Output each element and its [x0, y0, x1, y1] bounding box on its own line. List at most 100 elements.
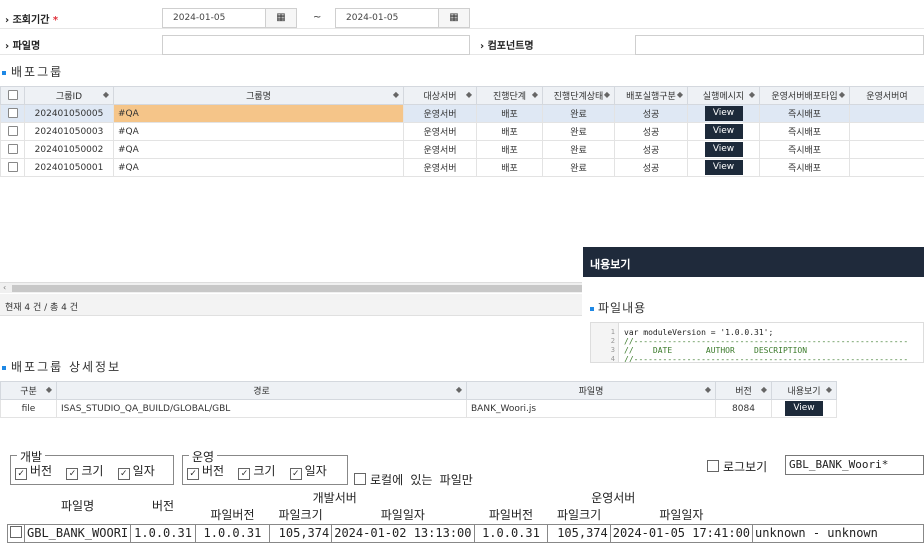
group-grid-status: 현재 4 건 / 총 4 건: [0, 294, 582, 316]
detail-grid: 구분 ◆ 경로 ◆ 파일명 ◆ 버전 ◆ 내용보기 ◆ file ISAS_STUDIO_…: [0, 381, 837, 418]
date-from-input[interactable]: 2024-01-05: [162, 8, 266, 28]
view-message-button[interactable]: View: [704, 124, 743, 139]
sort-icon[interactable]: ◆: [761, 385, 767, 394]
row-checkbox[interactable]: [7, 523, 25, 543]
col-exec-message[interactable]: 실행메시지 ◆: [687, 86, 760, 105]
col-view[interactable]: 내용보기 ◆: [771, 381, 837, 400]
table-row[interactable]: 202401050002 #QA 운영서버 배포 완료 성공 View 즉시배포: [0, 140, 924, 159]
col-group-name[interactable]: 그룹명 ◆: [113, 86, 404, 105]
cell-stage: 배포: [476, 140, 543, 159]
select-all-checkbox[interactable]: [0, 86, 25, 105]
group-section-title: 배포그룹: [2, 63, 63, 80]
cell-group-id: 202401050005: [24, 104, 114, 123]
sort-icon[interactable]: ◆: [826, 385, 832, 394]
cell-stage: 배포: [476, 122, 543, 141]
dev-options-group: 개발 ✓ 버전 ✓ 크기 ✓ 일자: [10, 448, 174, 485]
col-path[interactable]: 경로 ◆: [56, 381, 467, 400]
sort-icon[interactable]: ◆: [466, 90, 472, 99]
col-exec-type[interactable]: 배포실행구분 ◆: [614, 86, 688, 105]
sort-icon[interactable]: ◆: [839, 90, 845, 99]
log-filter-input[interactable]: GBL_BANK_Woori*: [785, 455, 924, 475]
cell-type: file: [0, 399, 57, 418]
cell-extra: [849, 104, 924, 123]
table-row[interactable]: file ISAS_STUDIO_QA_BUILD/GLOBAL/GBL BAN…: [0, 399, 837, 418]
cell-version: 1.0.0.31: [130, 523, 196, 543]
table-row[interactable]: GBL_BANK_WOORI 1.0.0.31 1.0.0.31 105,374…: [7, 523, 924, 543]
hdr-filename: 파일명: [61, 499, 95, 514]
col-stage-status[interactable]: 진행단계상태 ◆: [542, 86, 615, 105]
cell-message: View: [687, 158, 760, 177]
cell-deploy-type: 즉시배포: [759, 140, 850, 159]
row-checkbox[interactable]: [0, 140, 25, 159]
col-stage[interactable]: 진행단계 ◆: [476, 86, 543, 105]
cell-filename: BANK_Woori.js: [466, 399, 716, 418]
sort-icon[interactable]: ◆: [456, 385, 462, 394]
code-line: 4//-------------------------------------…: [610, 355, 909, 363]
sort-icon[interactable]: ◆: [46, 385, 52, 394]
sort-icon[interactable]: ◆: [604, 90, 610, 99]
component-input[interactable]: [635, 35, 924, 55]
file-content-title: 파일내용: [590, 299, 646, 316]
cell-group-name: #QA: [113, 140, 404, 159]
hdr-dev-file-date: 파일일자: [380, 508, 425, 523]
cell-user: unknown - unknown: [752, 523, 924, 543]
cell-server: 운영서버: [403, 158, 477, 177]
table-row[interactable]: 202401050001 #QA 운영서버 배포 완료 성공 View 즉시배포: [0, 158, 924, 177]
col-type[interactable]: 구분 ◆: [0, 381, 57, 400]
log-view-checkbox[interactable]: 로그보기: [707, 458, 767, 475]
cell-message: View: [687, 122, 760, 141]
col-version[interactable]: 버전 ◆: [715, 381, 772, 400]
view-message-button[interactable]: View: [704, 106, 743, 121]
cell-exec-type: 성공: [614, 158, 688, 177]
dev-date-checkbox[interactable]: ✓ 일자: [117, 464, 155, 480]
table-row[interactable]: 202401050005 #QA 운영서버 배포 완료 성공 View 즉시배포: [0, 104, 924, 123]
group-grid-h-scrollbar[interactable]: ‹: [0, 282, 582, 293]
ops-version-checkbox[interactable]: ✓ 버전: [187, 464, 224, 480]
hdr-ops-server: 운영서버: [591, 490, 636, 505]
sort-icon[interactable]: ◆: [103, 90, 109, 99]
row-checkbox[interactable]: [0, 158, 25, 177]
dev-version-checkbox[interactable]: ✓ 버전: [15, 464, 52, 480]
date-from-calendar-icon[interactable]: ▦: [265, 8, 297, 28]
col-group-id[interactable]: 그룹ID ◆: [24, 86, 114, 105]
cell-group-id: 202401050003: [24, 122, 114, 141]
scroll-left-icon[interactable]: ‹: [3, 283, 6, 292]
sort-icon[interactable]: ◆: [749, 90, 755, 99]
scroll-thumb[interactable]: [12, 285, 582, 292]
sort-icon[interactable]: ◆: [532, 90, 538, 99]
cell-stage-status: 완료: [542, 158, 615, 177]
filename-input[interactable]: [162, 35, 470, 55]
cell-exec-type: 성공: [614, 122, 688, 141]
view-message-button[interactable]: View: [704, 160, 743, 175]
cell-ops-date: 2024-01-05 17:41:00: [609, 523, 754, 543]
local-only-checkbox[interactable]: 로컬에 있는 파일만: [354, 471, 473, 488]
row-checkbox[interactable]: [0, 104, 25, 123]
cell-extra: [849, 140, 924, 159]
dev-size-checkbox[interactable]: ✓ 크기: [66, 464, 103, 480]
view-content-button[interactable]: View: [785, 401, 823, 416]
col-ops-server-extra[interactable]: 운영서버여: [849, 86, 924, 105]
view-message-button[interactable]: View: [704, 142, 743, 157]
cell-extra: [849, 122, 924, 141]
cell-extra: [849, 158, 924, 177]
cell-dev-version: 1.0.0.31: [194, 523, 270, 543]
sort-icon[interactable]: ◆: [705, 385, 711, 394]
hdr-ops-file-version: 파일버전: [488, 508, 534, 523]
group-grid: 그룹ID ◆ 그룹명 ◆ 대상서버 ◆ 진행단계 ◆ 진행단계상태 ◆ 배포실행구분 ◆ 실…: [0, 86, 924, 177]
cell-group-name: #QA: [113, 158, 404, 177]
cell-group-name: #QA: [113, 104, 404, 123]
date-to-input[interactable]: 2024-01-05: [335, 8, 439, 28]
cell-ops-version: 1.0.0.31: [473, 523, 549, 543]
date-to-calendar-icon[interactable]: ▦: [438, 8, 470, 28]
ops-date-checkbox[interactable]: ✓ 일자: [289, 464, 327, 480]
col-target-server[interactable]: 대상서버 ◆: [403, 86, 477, 105]
sort-icon[interactable]: ◆: [677, 90, 683, 99]
table-row[interactable]: 202401050003 #QA 운영서버 배포 완료 성공 View 즉시배포: [0, 122, 924, 141]
col-filename[interactable]: 파일명 ◆: [466, 381, 716, 400]
code-line: 2//-------------------------------------…: [610, 337, 909, 346]
ops-size-checkbox[interactable]: ✓ 크기: [238, 464, 275, 480]
code-viewer[interactable]: 1 var moduleVersion = '1.0.0.31'; 2//----…: [590, 322, 924, 363]
sort-icon[interactable]: ◆: [393, 90, 399, 99]
row-checkbox[interactable]: [0, 122, 25, 141]
col-deploy-type[interactable]: 운영서버배포타입 ◆: [759, 86, 850, 105]
